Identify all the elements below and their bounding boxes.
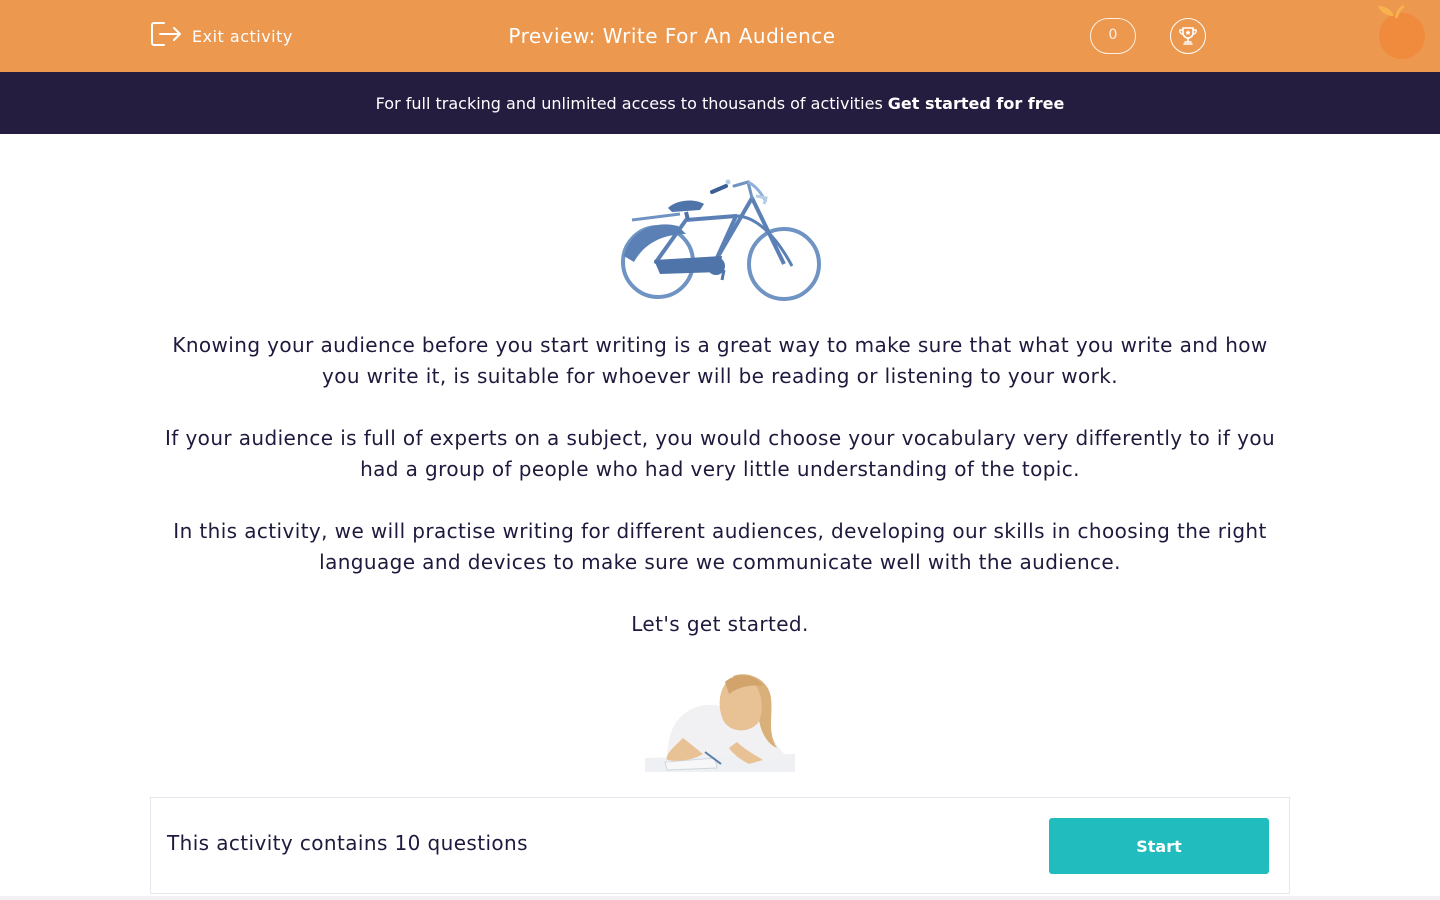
girl-writing-photo [645, 672, 795, 772]
page-title: Preview: Write For An Audience [508, 24, 836, 48]
intro-text: Knowing your audience before you start w… [150, 330, 1290, 671]
question-count: This activity contains 10 questions [167, 831, 528, 855]
exit-icon [150, 20, 182, 52]
bicycle-illustration [621, 179, 821, 301]
orange-logo [1378, 4, 1425, 59]
intro-paragraph: If your audience is full of experts on a… [164, 426, 1276, 481]
intro-paragraph: Let's get started. [631, 612, 809, 636]
score-counter: 0 [1090, 18, 1136, 54]
get-started-link[interactable]: Get started for free [888, 94, 1065, 113]
trophy-button[interactable] [1170, 18, 1206, 54]
trophy-icon [1179, 27, 1197, 45]
bottom-edge [0, 896, 1440, 900]
intro-paragraph: In this activity, we will practise writi… [173, 519, 1267, 574]
banner-text: For full tracking and unlimited access t… [375, 93, 883, 113]
start-button[interactable]: Start [1049, 818, 1269, 874]
exit-activity-label: Exit activity [192, 26, 293, 46]
intro-paragraph: Knowing your audience before you start w… [172, 333, 1268, 388]
upgrade-banner: For full tracking and unlimited access t… [0, 72, 1440, 134]
activity-footer-card: This activity contains 10 questions Star… [150, 797, 1290, 894]
top-bar: Exit activity Preview: Write For An Audi… [0, 0, 1440, 72]
exit-activity-button[interactable]: Exit activity [150, 22, 293, 50]
